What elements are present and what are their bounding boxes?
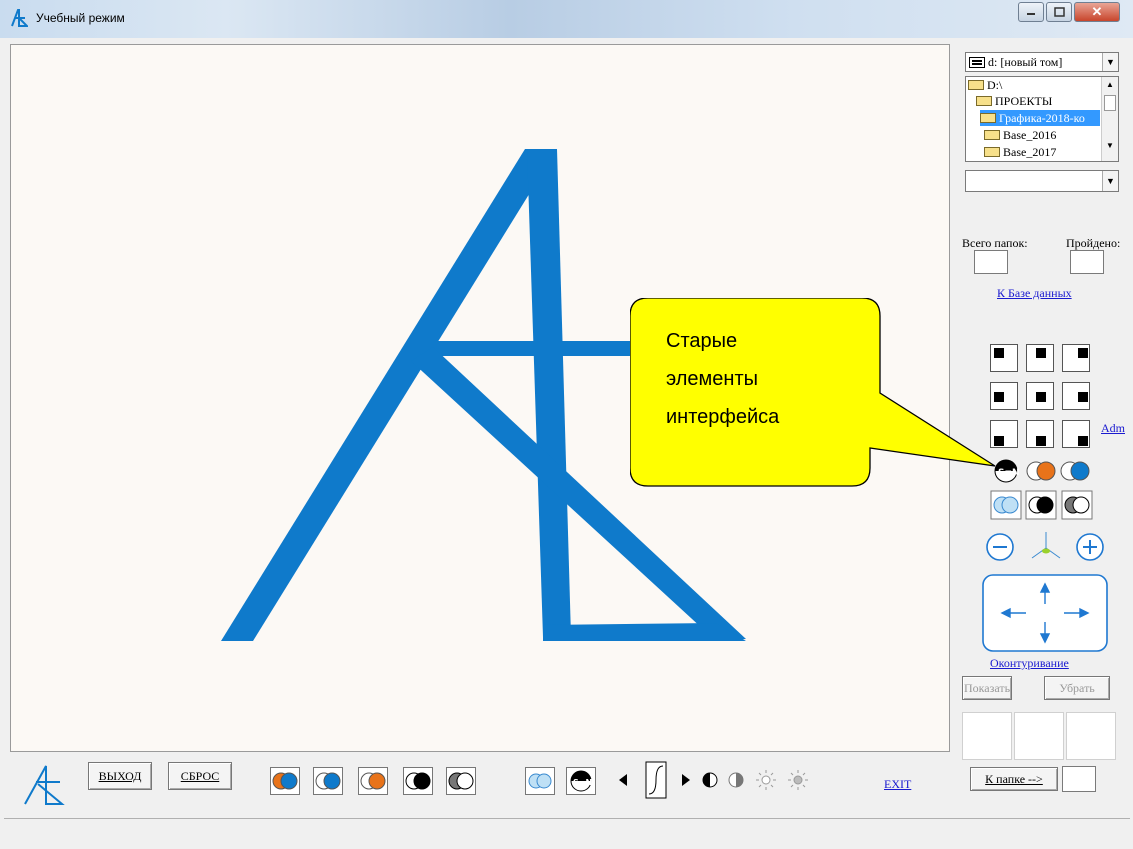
- orange-overlap-button[interactable]: [358, 767, 388, 795]
- half-overlap-icon: [1061, 490, 1093, 520]
- tree-item[interactable]: ПРОЕКТЫ: [976, 93, 1052, 109]
- total-folders-field[interactable]: [974, 250, 1008, 274]
- orange-overlap-icon: [360, 772, 386, 790]
- scroll-up-icon[interactable]: ▲: [1102, 80, 1118, 89]
- tree-scrollbar[interactable]: ▲ ▼: [1101, 77, 1118, 161]
- title-bar: Учебный режим ✕: [0, 0, 1133, 38]
- position-grid: [990, 344, 1094, 454]
- minimize-icon: [1027, 13, 1035, 15]
- ae-logo-icon: [11, 9, 28, 27]
- database-link[interactable]: К Базе данных: [997, 286, 1072, 301]
- callout-line: Старые: [666, 330, 738, 352]
- to-folder-button[interactable]: К папке -->: [970, 767, 1058, 791]
- callout-text: Старые элементы интерфейса: [666, 322, 779, 436]
- folder-select[interactable]: ▼: [965, 170, 1119, 192]
- sen-icon: S=N: [570, 770, 592, 792]
- contrast-icon: [702, 772, 718, 788]
- reset-button[interactable]: СБРОС: [168, 762, 232, 790]
- folder-tree[interactable]: D:\ ПРОЕКТЫ Графика-2018-ко Base_2016 Ba…: [965, 76, 1119, 162]
- drive-select[interactable]: d: [новый том] ▼: [965, 52, 1119, 72]
- position-cell-center[interactable]: [1026, 382, 1054, 410]
- position-cell-mid-left[interactable]: [990, 382, 1018, 410]
- position-cell-top-right[interactable]: [1062, 344, 1090, 372]
- adm-link[interactable]: Adm: [1101, 421, 1125, 436]
- blue-overlap-button[interactable]: [313, 767, 343, 795]
- direction-pad[interactable]: [982, 574, 1108, 654]
- window-title: Учебный режим: [36, 11, 125, 25]
- close-button[interactable]: ✕: [1074, 2, 1120, 22]
- position-cell-top-left[interactable]: [990, 344, 1018, 372]
- preview-box-1[interactable]: [962, 712, 1012, 760]
- adjust-controls: [619, 761, 808, 799]
- to-folder-field[interactable]: [1062, 766, 1096, 792]
- position-cell-bottom-center[interactable]: [1026, 420, 1054, 448]
- passed-field[interactable]: [1070, 250, 1104, 274]
- orange-overlap-icon: [1026, 461, 1056, 481]
- zoom-in-icon[interactable]: [1076, 533, 1104, 561]
- orange-blue-overlap-icon: [272, 772, 298, 790]
- blue-overlap-icon: [315, 772, 341, 790]
- position-cell-bottom-right[interactable]: [1062, 420, 1090, 448]
- triangle-right-icon: [682, 774, 690, 786]
- position-cell-mid-right[interactable]: [1062, 382, 1090, 410]
- grey-overlap-icon: [448, 772, 474, 790]
- blend-icon: [528, 773, 552, 789]
- blend-button[interactable]: [525, 767, 555, 795]
- tree-item[interactable]: Base_2016: [984, 127, 1056, 143]
- brightness-icon: [756, 770, 776, 790]
- scroll-thumb[interactable]: [1104, 95, 1116, 111]
- callout-line: элементы: [666, 368, 759, 390]
- remove-button[interactable]: Убрать: [1044, 676, 1110, 700]
- show-button[interactable]: Показать: [962, 676, 1012, 700]
- tree-item-selected[interactable]: Графика-2018-ко: [980, 110, 1100, 126]
- black-overlap-icon: [1025, 490, 1057, 520]
- black-overlap-button[interactable]: [403, 767, 433, 795]
- drive-icon: [969, 57, 985, 68]
- contour-link[interactable]: Оконтуривание: [990, 656, 1069, 671]
- exit-button[interactable]: ВЫХОД: [88, 762, 152, 790]
- exit-link[interactable]: EXIT: [884, 777, 911, 792]
- preview-box-2[interactable]: [1014, 712, 1064, 760]
- position-cell-bottom-left[interactable]: [990, 420, 1018, 448]
- open-folder-icon: [968, 80, 984, 90]
- orange-blue-overlap-button[interactable]: [270, 767, 300, 795]
- maximize-icon: [1053, 7, 1065, 17]
- brightness-low-icon: [788, 770, 808, 790]
- close-icon: ✕: [1091, 4, 1103, 19]
- folder-icon: [984, 147, 1000, 157]
- zoom-controls: [986, 532, 1104, 561]
- passed-label: Пройдено:: [1066, 236, 1121, 250]
- sen-button[interactable]: S=N: [566, 767, 596, 795]
- mode-icons-row-2: [990, 490, 1094, 524]
- sen-icon: S=N: [994, 459, 1020, 483]
- svg-text:S=N: S=N: [998, 468, 1020, 478]
- open-folder-icon: [976, 96, 992, 106]
- status-bar: [4, 818, 1130, 849]
- origin-icon: [1031, 532, 1061, 559]
- total-folders-label: Всего папок:: [962, 236, 1028, 250]
- zoom-out-icon[interactable]: [986, 533, 1014, 561]
- scroll-down-icon[interactable]: ▼: [1102, 141, 1118, 150]
- black-overlap-icon: [405, 772, 431, 790]
- blue-overlap-icon: [1060, 461, 1090, 481]
- folder-icon: [984, 130, 1000, 140]
- drive-select-value: d: [новый том]: [988, 55, 1063, 69]
- open-folder-icon: [980, 113, 996, 123]
- contrast-grey-icon: [728, 772, 744, 788]
- triangle-left-icon: [619, 774, 627, 786]
- chevron-down-icon[interactable]: ▼: [1102, 53, 1118, 71]
- maximize-button[interactable]: [1046, 2, 1072, 22]
- svg-text:S=N: S=N: [573, 778, 592, 787]
- preview-box-3[interactable]: [1066, 712, 1116, 760]
- tree-item[interactable]: D:\: [968, 77, 1002, 93]
- blend-icon: [990, 490, 1022, 520]
- ae-logo-small-icon: [24, 765, 65, 805]
- minimize-button[interactable]: [1018, 2, 1044, 22]
- chevron-down-icon[interactable]: ▼: [1102, 171, 1118, 191]
- position-cell-top-center[interactable]: [1026, 344, 1054, 372]
- tree-item[interactable]: Base_2017: [984, 144, 1056, 160]
- mode-icons-row-1: S=N: [990, 456, 1094, 490]
- grey-overlap-button[interactable]: [446, 767, 476, 795]
- callout-line: интерфейса: [666, 406, 780, 428]
